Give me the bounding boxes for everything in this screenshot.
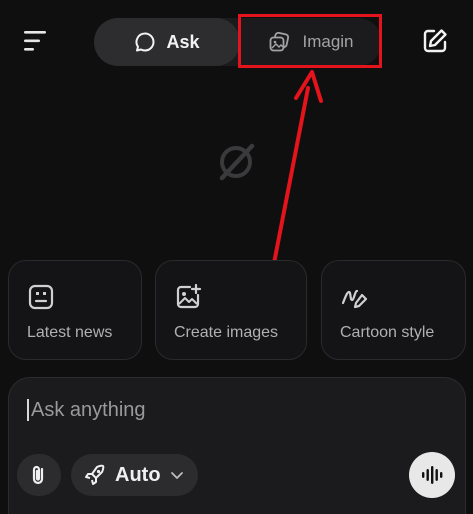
suggestion-label: Create images [174, 324, 279, 341]
model-selector[interactable]: Auto [71, 454, 198, 496]
mode-tab-ask[interactable]: Ask [94, 18, 240, 66]
voice-mode-button[interactable] [409, 452, 455, 498]
paperclip-icon [32, 465, 44, 485]
mode-label-imagine: Imagin [302, 32, 354, 51]
image-add-icon [176, 283, 202, 309]
composer-panel [8, 377, 466, 514]
menu-icon [24, 31, 46, 51]
text-caret [27, 399, 29, 421]
model-label: Auto [115, 463, 161, 486]
mode-label-ask: Ask [166, 31, 200, 52]
draw-icon [341, 289, 368, 309]
attach-button[interactable] [17, 454, 61, 496]
chevron-down-icon [170, 472, 183, 479]
suggestion-label: Cartoon style [340, 324, 435, 341]
rocket-icon [85, 464, 105, 485]
new-chat-button[interactable] [418, 24, 452, 58]
message-input[interactable]: Ask anything [31, 399, 146, 422]
app-screen: Ask Imagin Latest news Create images Car… [0, 0, 473, 514]
suggestion-card-latest-news[interactable]: Latest news [8, 260, 142, 360]
mode-switch: Ask Imagin [94, 18, 382, 66]
mode-tab-imagine[interactable]: Imagin [240, 18, 382, 66]
menu-button[interactable] [18, 24, 52, 58]
suggestion-label: Latest news [27, 324, 113, 341]
suggestion-card-cartoon-style[interactable]: Cartoon style [321, 260, 466, 360]
chat-bubble-icon [136, 32, 155, 52]
waveform-icon [422, 466, 443, 484]
suggestion-card-create-images[interactable]: Create images [155, 260, 307, 360]
news-icon [28, 284, 54, 310]
images-icon [270, 31, 290, 52]
logo-icon [219, 143, 255, 181]
compose-icon [423, 29, 447, 53]
